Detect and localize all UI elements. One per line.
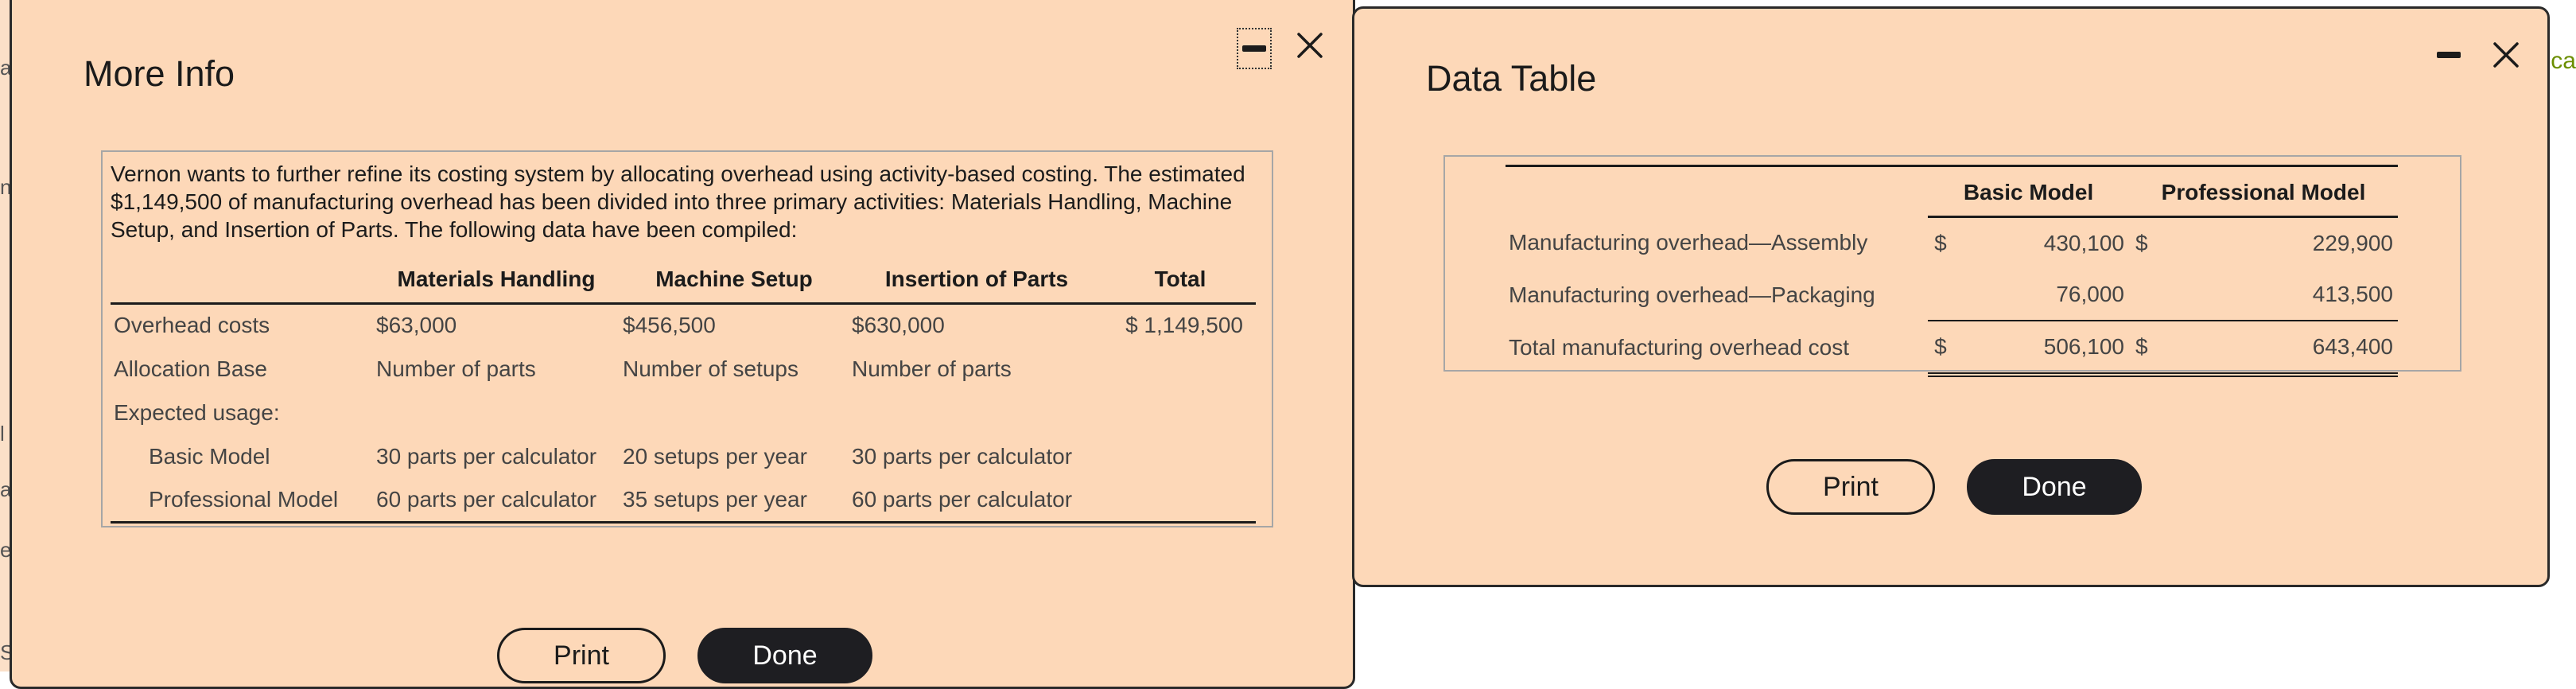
column-header-basic-model: Basic Model xyxy=(1928,169,2129,218)
row-label: Manufacturing overhead—Packaging xyxy=(1509,282,1875,307)
table-row: Manufacturing overhead—Assembly $ 430,10… xyxy=(1506,217,2398,270)
cell-total: $ 1,149,500 xyxy=(1125,313,1243,338)
background-text-fragment: l xyxy=(0,422,5,446)
print-button[interactable]: Print xyxy=(1766,459,1935,515)
table-row: Allocation Base Number of parts Number o… xyxy=(111,347,1256,391)
column-header xyxy=(1506,169,1928,217)
currency-sign xyxy=(1928,269,1969,321)
cell-total xyxy=(1105,434,1256,478)
minimize-icon xyxy=(1242,45,1266,52)
data-table-title: Data Table xyxy=(1426,58,1597,99)
table-row: Expected usage: xyxy=(111,391,1256,434)
cell-materials: 60 parts per calculator xyxy=(376,486,597,512)
table-row: Professional Model 60 parts per calculat… xyxy=(111,478,1256,522)
cell-total xyxy=(1105,478,1256,522)
activity-data-table: Materials Handling Machine Setup Inserti… xyxy=(111,257,1256,524)
cell-setup: 20 setups per year xyxy=(623,443,807,469)
cell-professional-model: 229,900 xyxy=(2312,231,2393,255)
minimize-icon xyxy=(2437,52,2461,58)
currency-sign: $ xyxy=(1934,231,1947,255)
row-label: Basic Model xyxy=(149,443,270,469)
table-row: Manufacturing overhead—Packaging 76,000 … xyxy=(1506,269,2398,321)
cell-insertion xyxy=(849,391,1105,434)
print-button[interactable]: Print xyxy=(497,628,666,683)
column-header-machine-setup: Machine Setup xyxy=(655,267,813,292)
cell-insertion: $630,000 xyxy=(852,313,945,338)
more-info-description: Vernon wants to further refine its costi… xyxy=(111,162,1245,242)
column-header xyxy=(111,257,373,303)
cell-insertion: 60 parts per calculator xyxy=(852,486,1073,512)
row-label: Total manufacturing overhead cost xyxy=(1509,335,1850,360)
data-table-content-box: Basic Model Professional Model Manufactu… xyxy=(1443,155,2461,377)
cell-professional-model: 643,400 xyxy=(2167,321,2398,377)
cell-materials: 30 parts per calculator xyxy=(376,443,597,469)
overhead-data-table: Basic Model Professional Model Manufactu… xyxy=(1506,169,2398,377)
cell-basic-model: 430,100 xyxy=(2043,231,2124,255)
close-button[interactable] xyxy=(1292,28,1327,63)
more-info-dialog: More Info Vernon wants to further refine… xyxy=(10,0,1355,689)
cell-basic-model: 506,100 xyxy=(1968,321,2129,377)
cell-insertion: Number of parts xyxy=(852,356,1012,381)
more-info-content-box: Vernon wants to further refine its costi… xyxy=(101,150,1273,527)
row-label: Manufacturing overhead—Assembly xyxy=(1509,230,1868,255)
row-label: Overhead costs xyxy=(114,313,270,338)
table-top-rule xyxy=(1506,165,2398,167)
minimize-button[interactable] xyxy=(1237,28,1272,69)
column-header-materials-handling: Materials Handling xyxy=(397,267,596,292)
cell-setup: 35 setups per year xyxy=(623,486,807,512)
table-row: Basic Model 30 parts per calculator 20 s… xyxy=(111,434,1256,478)
currency-sign: $ xyxy=(2135,231,2148,255)
close-icon xyxy=(2493,42,2519,68)
cell-setup: Number of setups xyxy=(623,356,798,381)
table-header-row: Materials Handling Machine Setup Inserti… xyxy=(111,257,1256,303)
table-row: Overhead costs $63,000 $456,500 $630,000… xyxy=(111,303,1256,347)
more-info-title: More Info xyxy=(84,53,235,94)
column-header-professional-model: Professional Model xyxy=(2129,169,2398,218)
currency-sign: $ xyxy=(2129,321,2168,377)
cell-professional-model: 413,500 xyxy=(2167,269,2398,321)
cell-total xyxy=(1105,391,1256,434)
close-button[interactable] xyxy=(2489,37,2524,72)
row-label: Allocation Base xyxy=(114,356,268,381)
done-button[interactable]: Done xyxy=(1967,459,2142,515)
currency-sign: $ xyxy=(1928,321,1969,377)
cell-basic-model: 76,000 xyxy=(1968,269,2129,321)
currency-sign xyxy=(2129,269,2168,321)
minimize-button[interactable] xyxy=(2431,37,2466,72)
table-row-total: Total manufacturing overhead cost $ 506,… xyxy=(1506,321,2398,377)
row-label: Professional Model xyxy=(149,486,339,512)
cell-total xyxy=(1105,347,1256,391)
column-header-total: Total xyxy=(1154,267,1206,292)
cell-setup: $456,500 xyxy=(623,313,716,338)
table-header-row: Basic Model Professional Model xyxy=(1506,169,2398,218)
cell-materials xyxy=(373,391,620,434)
column-header-insertion-of-parts: Insertion of Parts xyxy=(884,267,1069,292)
row-label: Expected usage: xyxy=(114,399,280,425)
close-icon xyxy=(1297,33,1323,58)
done-button[interactable]: Done xyxy=(697,628,872,683)
data-table-dialog: Data Table Basic Model Professional Mode… xyxy=(1352,6,2550,587)
cell-materials: $63,000 xyxy=(376,313,457,338)
cell-insertion: 30 parts per calculator xyxy=(852,443,1073,469)
cell-materials: Number of parts xyxy=(376,356,536,381)
cell-setup xyxy=(620,391,849,434)
